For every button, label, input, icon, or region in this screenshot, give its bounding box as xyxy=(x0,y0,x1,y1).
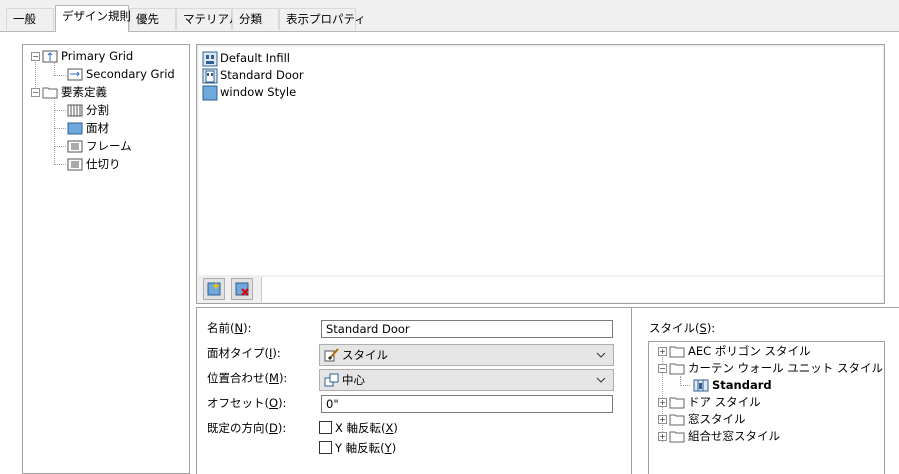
delete-infill-button[interactable] xyxy=(231,278,253,300)
chevron-down-icon xyxy=(596,352,606,358)
alignment-select[interactable]: 中心 xyxy=(319,369,614,391)
list-item-default-infill[interactable]: Default Infill xyxy=(202,50,290,67)
list-item-standard-door[interactable]: Standard Door xyxy=(202,67,304,84)
design-rules-tree[interactable]: − Primary Grid Secondary Grid − 要素定義 分割 … xyxy=(22,44,190,474)
tab-design-rules[interactable]: デザイン規則 xyxy=(55,5,131,32)
folder-icon xyxy=(669,414,685,426)
tree-item-infill[interactable]: 面材 xyxy=(67,120,109,137)
folder-icon xyxy=(669,431,685,443)
tree-item-mullion[interactable]: 仕切り xyxy=(67,156,121,173)
infill-icon xyxy=(67,122,83,135)
division-icon xyxy=(67,104,83,117)
style-tree[interactable]: + AEC ポリゴン スタイル − カーテン ウォール ユニット スタイル St… xyxy=(648,341,885,474)
collapse-icon[interactable]: − xyxy=(658,364,667,373)
curtain-wall-unit-icon xyxy=(693,379,709,392)
style-tree-item-window-assembly[interactable]: + 組合せ窓スタイル xyxy=(658,428,780,445)
door-style-icon xyxy=(202,51,218,66)
frame-icon xyxy=(67,140,83,153)
expand-icon[interactable]: + xyxy=(658,432,667,441)
tab-bar: 一般 デザイン規則 優先 マテリアル 分類 表示プロパティ xyxy=(0,0,899,32)
folder-icon xyxy=(669,346,685,358)
infill-list-frame: Default Infill Standard Door window Styl… xyxy=(196,44,885,304)
new-infill-icon xyxy=(207,282,221,296)
infill-icon xyxy=(202,85,218,100)
expand-icon[interactable]: + xyxy=(658,347,667,356)
style-tree-item-aec-polygon[interactable]: + AEC ポリゴン スタイル xyxy=(658,343,810,360)
style-tree-item-standard[interactable]: Standard xyxy=(693,377,772,394)
collapse-icon[interactable]: − xyxy=(31,88,40,97)
tab-overrides[interactable]: 優先 xyxy=(129,8,176,30)
infill-type-label: 面材タイプ(I): xyxy=(207,346,281,360)
infill-type-select[interactable]: スタイル xyxy=(319,344,614,366)
tab-general[interactable]: 一般 xyxy=(6,8,54,30)
tree-item-primary-grid[interactable]: − Primary Grid xyxy=(31,48,133,65)
alignment-label: 位置合わせ(M): xyxy=(207,371,288,385)
offset-label: オフセット(O): xyxy=(207,396,287,410)
flip-x-checkbox[interactable]: X 軸反転(X) xyxy=(319,419,398,436)
chevron-down-icon xyxy=(596,377,606,383)
style-tree-item-window[interactable]: + 窓スタイル xyxy=(658,411,746,428)
door-style-icon xyxy=(202,68,218,83)
name-input[interactable]: Standard Door xyxy=(321,320,613,338)
name-label: 名前(N): xyxy=(207,321,252,335)
orientation-label: 既定の方向(D): xyxy=(207,421,287,435)
align-center-icon xyxy=(324,373,339,387)
delete-infill-icon xyxy=(235,282,249,296)
offset-input[interactable]: 0" xyxy=(321,395,613,413)
tree-item-frame[interactable]: フレーム xyxy=(67,138,132,155)
tree-item-element-definitions[interactable]: − 要素定義 xyxy=(31,84,107,101)
new-infill-button[interactable] xyxy=(203,278,225,300)
infill-list[interactable]: Default Infill Standard Door window Styl… xyxy=(199,47,883,275)
style-tree-item-door[interactable]: + ドア スタイル xyxy=(658,394,761,411)
list-item-window-style[interactable]: window Style xyxy=(202,84,296,101)
tab-materials[interactable]: マテリアル xyxy=(176,8,240,30)
tab-display-properties[interactable]: 表示プロパティ xyxy=(279,8,366,30)
tab-classification[interactable]: 分類 xyxy=(232,8,279,30)
flip-y-checkbox[interactable]: Y 軸反転(Y) xyxy=(319,439,396,456)
style-label: スタイル(S): xyxy=(649,321,716,335)
expand-icon[interactable]: + xyxy=(658,415,667,424)
grid-icon xyxy=(67,68,83,81)
style-tree-item-curtain-wall-unit[interactable]: − カーテン ウォール ユニット スタイル xyxy=(658,360,883,377)
expand-icon[interactable]: + xyxy=(658,398,667,407)
folder-icon xyxy=(669,397,685,409)
list-toolbar-spacer xyxy=(261,277,883,302)
infill-properties-panel: 名前(N): Standard Door 面材タイプ(I): スタイル 位置合わ… xyxy=(196,307,632,474)
tree-item-division[interactable]: 分割 xyxy=(67,102,109,119)
style-brush-icon xyxy=(324,348,339,362)
collapse-icon[interactable]: − xyxy=(31,52,40,61)
folder-icon xyxy=(42,87,58,99)
folder-icon xyxy=(669,363,685,375)
style-panel: スタイル(S): + AEC ポリゴン スタイル − カーテン ウォール ユニッ… xyxy=(632,307,899,474)
mullion-icon xyxy=(67,158,83,171)
tree-item-secondary-grid[interactable]: Secondary Grid xyxy=(67,66,175,83)
grid-icon xyxy=(42,50,58,63)
